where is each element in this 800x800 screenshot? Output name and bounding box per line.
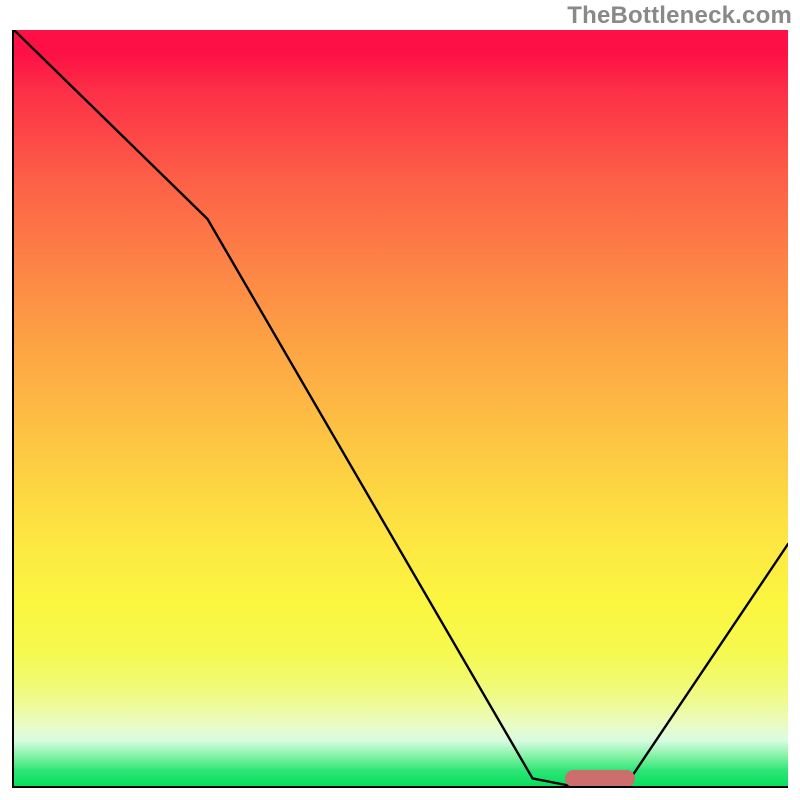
bottleneck-curve: [14, 30, 788, 786]
plot-area: [12, 30, 788, 788]
optimal-marker: [565, 770, 635, 787]
watermark-text: TheBottleneck.com: [567, 2, 792, 30]
chart-frame: TheBottleneck.com: [0, 0, 800, 800]
curve-path: [14, 30, 788, 786]
